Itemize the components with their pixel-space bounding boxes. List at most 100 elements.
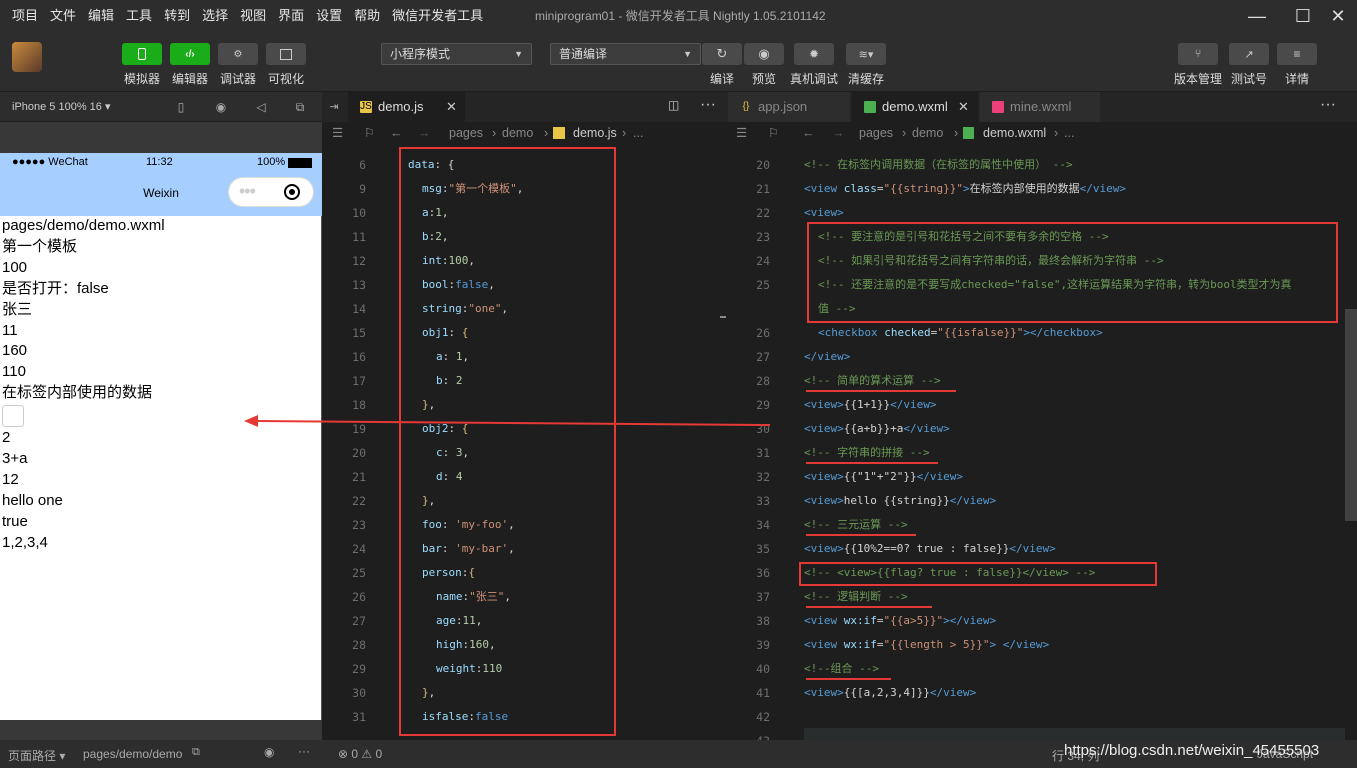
list-icon[interactable]: ☰ [736,122,747,144]
tab-demo-wxml[interactable]: demo.wxml ✕ [852,92,978,122]
breadcrumb-pages[interactable]: pages [449,122,483,144]
rendered-checkbox[interactable] [2,405,24,428]
menu-interface[interactable]: 界面 [272,0,310,32]
avatar[interactable] [12,42,42,72]
line-number: 27 [756,350,770,364]
record-icon[interactable]: ◉ [214,100,228,114]
toolbar: 模拟器 ‹/› 编辑器 ⚙ 调试器 可视化 小程序模式 ▼ 普通编译 ▼ ↻ 编译 … [0,32,1357,92]
eye-icon: ◉ [758,46,770,61]
tab-app-json[interactable]: {} app.json [728,92,850,122]
page-path-label[interactable]: 页面路径 ▾ [8,747,65,764]
line-number: 25 [352,566,366,580]
tab-mine-wxml[interactable]: mine.wxml [980,92,1100,122]
minimize-button[interactable]: — [1245,4,1269,28]
battery-label: 100% [257,156,286,168]
eye-icon[interactable]: ◉ [264,745,274,759]
compile-select[interactable]: 普通编译 ▼ [550,43,701,65]
details-label: 详情 [1284,72,1309,86]
device-select[interactable]: iPhone 5 100% 16 ▾ [12,100,110,113]
collapse-sidebar-icon[interactable]: ⇥ [322,92,346,122]
sound-icon[interactable]: ◁ [254,100,268,114]
details-button[interactable]: ≡ [1277,43,1317,65]
more-icon[interactable]: ··· [298,744,310,758]
line-number: 6 [359,158,366,172]
wxml-file-icon [963,127,974,139]
more-icon[interactable]: ••• [239,181,256,201]
menu-edit[interactable]: 编辑 [82,0,120,32]
mode-select[interactable]: 小程序模式 ▼ [381,43,532,65]
popout-icon[interactable]: ⧉ [293,100,307,114]
forward-arrow-icon[interactable]: → [832,122,845,144]
line-number: 19 [352,422,366,436]
bookmark-icon[interactable]: ⚐ [364,122,375,144]
vertical-scrollbar[interactable] [1345,309,1357,521]
capsule-menu[interactable]: ••• [228,177,314,207]
back-arrow-icon[interactable]: ← [390,122,403,144]
horizontal-scrollbar[interactable] [804,728,1345,740]
tab-label: demo.wxml [882,99,948,114]
simulator-toggle[interactable] [122,43,162,65]
left-breadcrumb: ☰ ⚐ ← → pages › demo › demo.js › ... [322,122,726,144]
line-number: 26 [352,590,366,604]
menu-tools[interactable]: 工具 [120,0,158,32]
debugger-label: 调试器 [219,72,256,86]
copy-icon[interactable]: ⧉ [192,746,200,759]
maximize-button[interactable]: ☐ [1291,4,1315,28]
annotation-box-notes [807,222,1338,323]
close-capsule-icon[interactable] [284,184,300,200]
phone-icon [138,48,146,60]
json-file-icon: {} [742,101,750,112]
menu-goto[interactable]: 转到 [158,0,196,32]
more-icon[interactable]: ··· [700,96,716,114]
forward-arrow-icon[interactable]: → [418,122,431,144]
split-editor-icon[interactable]: ◫ [668,98,679,112]
back-arrow-icon[interactable]: ← [802,122,815,144]
line-number: 17 [352,374,366,388]
close-window-button[interactable]: ✕ [1326,4,1350,28]
left-code-editor[interactable]: 6 9 10 11 12 13 14 15 16 17 18 19 20 21 22 23 24 25 26 27 28… [322,144,726,740]
output-line: 11 [2,321,18,339]
debugger-toggle[interactable]: ⚙ [218,43,258,65]
menu-help[interactable]: 帮助 [348,0,386,32]
breadcrumb-more[interactable]: ... [1064,122,1074,144]
close-icon[interactable]: ✕ [958,92,969,122]
close-icon[interactable]: ✕ [446,92,457,122]
branch-icon: ⑂ [1194,48,1202,60]
preview-button[interactable]: ◉ [744,43,784,65]
breadcrumb-pages[interactable]: pages [859,122,893,144]
menu-view[interactable]: 视图 [234,0,272,32]
breadcrumb-file[interactable]: demo.wxml [983,122,1046,144]
underline-combo [806,678,891,680]
test-account-button[interactable]: ↗ [1229,43,1269,65]
layout-icon [280,48,292,60]
version-button[interactable]: ⑂ [1178,43,1218,65]
menu-settings[interactable]: 设置 [310,0,348,32]
phone-outline-icon[interactable]: ▯ [174,100,188,114]
breadcrumb-more[interactable]: ... [633,122,643,144]
right-code-editor[interactable]: 20 21 22 23 24 25 26 27 28 29 30 31 32 33 34 35 36 37 38 39… [726,144,1357,740]
bookmark-icon[interactable]: ⚐ [768,122,779,144]
status-bar: ⊗ 0 ⚠ 0 行 34, 列 JavaScript https://blog.… [322,740,1357,768]
menu-project[interactable]: 项目 [6,0,44,32]
problems-count[interactable]: ⊗ 0 ⚠ 0 [338,747,382,761]
list-icon[interactable]: ☰ [332,122,343,144]
editor-toggle[interactable]: ‹/› [170,43,210,65]
more-icon[interactable]: ··· [1320,96,1336,114]
clear-cache-button[interactable]: ≋▾ [846,43,886,65]
right-editor-tabbar: {} app.json demo.wxml ✕ mine.wxml ··· [726,92,1357,122]
visual-toggle[interactable] [266,43,306,65]
breadcrumb-demo[interactable]: demo [912,122,943,144]
line-number: 43 [734,732,770,740]
compile-button[interactable]: ↻ [702,43,742,65]
menu-select[interactable]: 选择 [196,0,234,32]
tab-demo-js[interactable]: JS demo.js ✕ [348,92,465,122]
chevron-right-icon: › [954,126,959,140]
right-breadcrumb: ☰ ⚐ ← → pages › demo › demo.wxml › ... [726,122,1357,144]
breadcrumb-demo[interactable]: demo [502,122,533,144]
line-number: 20 [756,158,770,172]
line-number: 25 [756,278,770,292]
menu-file[interactable]: 文件 [44,0,82,32]
breadcrumb-file[interactable]: demo.js [573,122,617,144]
menu-devtools[interactable]: 微信开发者工具 [386,0,489,32]
remote-debug-button[interactable]: ✹ [794,43,834,65]
